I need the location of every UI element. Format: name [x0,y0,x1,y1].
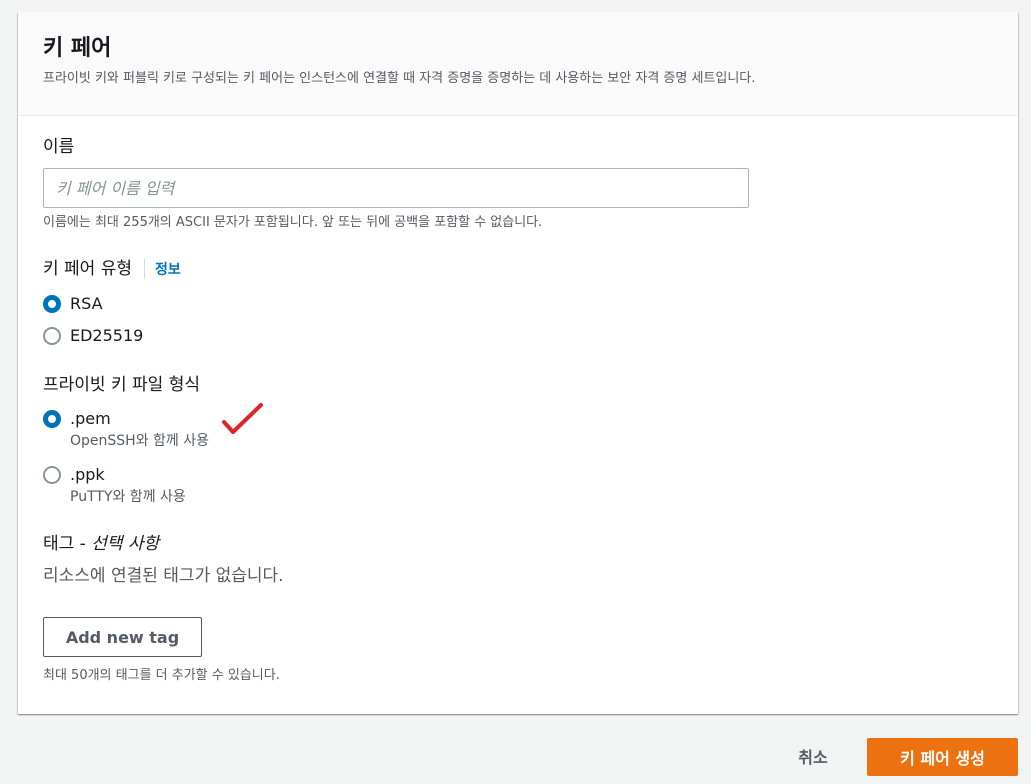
radio-text: RSA [70,293,103,315]
radio-unselected-icon[interactable] [43,327,61,345]
radio-selected-icon[interactable] [43,295,61,313]
tags-group: 태그 - 선택 사항 리소스에 연결된 태그가 없습니다. Add new ta… [43,533,1018,685]
radio-label: ED25519 [70,326,144,345]
radio-option-ppk[interactable]: .ppk PuTTY와 함께 사용 [43,464,1018,507]
tags-label: 태그 - 선택 사항 [43,533,1018,555]
key-type-group: 키 페어 유형 정보 RSA ED25519 [43,258,1018,347]
panel-body: 이름 이름에는 최대 255개의 ASCII 문자가 포함됩니다. 앞 또는 뒤… [18,116,1018,685]
key-type-label-row: 키 페어 유형 정보 [43,258,1018,280]
info-link[interactable]: 정보 [155,259,181,279]
tags-hint: 최대 50개의 태그를 더 추가할 수 있습니다. [43,668,280,683]
radio-description: PuTTY와 함께 사용 [70,489,186,505]
key-pair-panel: 키 페어 프라이빗 키와 퍼블릭 키로 구성되는 키 페어는 인스턴스에 연결할… [18,12,1018,714]
create-key-pair-button[interactable]: 키 페어 생성 [867,738,1018,776]
radio-selected-icon[interactable] [43,410,61,428]
radio-option-rsa[interactable]: RSA [43,293,1018,315]
no-tags-text: 리소스에 연결된 태그가 없습니다. [43,566,284,586]
label-divider [144,259,146,279]
radio-unselected-icon[interactable] [43,466,61,484]
key-type-label: 키 페어 유형 [43,259,133,279]
add-new-tag-button[interactable]: Add new tag [43,617,202,657]
key-pair-name-input[interactable] [43,168,749,208]
radio-text: ED25519 [70,325,143,347]
name-label: 이름 [43,137,75,157]
file-format-label: 프라이빗 키 파일 형식 [43,375,200,395]
name-field-group: 이름 이름에는 최대 255개의 ASCII 문자가 포함됩니다. 앞 또는 뒤… [43,136,1018,232]
radio-description: OpenSSH와 함께 사용 [70,433,209,449]
panel-title: 키 페어 [43,36,112,61]
panel-header: 키 페어 프라이빗 키와 퍼블릭 키로 구성되는 키 페어는 인스턴스에 연결할… [18,12,1018,116]
radio-option-ed25519[interactable]: ED25519 [43,325,1018,347]
radio-label: .ppk [70,465,105,484]
radio-text: .ppk PuTTY와 함께 사용 [70,464,186,507]
tags-optional-text: 선택 사항 [91,534,160,554]
radio-label: RSA [70,294,103,313]
radio-option-pem[interactable]: .pem OpenSSH와 함께 사용 [43,408,1018,451]
file-format-group: 프라이빗 키 파일 형식 .pem OpenSSH와 함께 사용 .ppk Pu… [43,374,1018,507]
red-checkmark-icon [222,403,263,434]
tags-label-text: 태그 - [43,534,86,554]
panel-description: 프라이빗 키와 퍼블릭 키로 구성되는 키 페어는 인스턴스에 연결할 때 자격… [43,71,756,86]
cancel-button[interactable]: 취소 [779,738,847,774]
radio-text: .pem OpenSSH와 함께 사용 [70,408,209,451]
radio-label: .pem [70,409,111,428]
name-hint: 이름에는 최대 255개의 ASCII 문자가 포함됩니다. 앞 또는 뒤에 공… [43,215,543,230]
